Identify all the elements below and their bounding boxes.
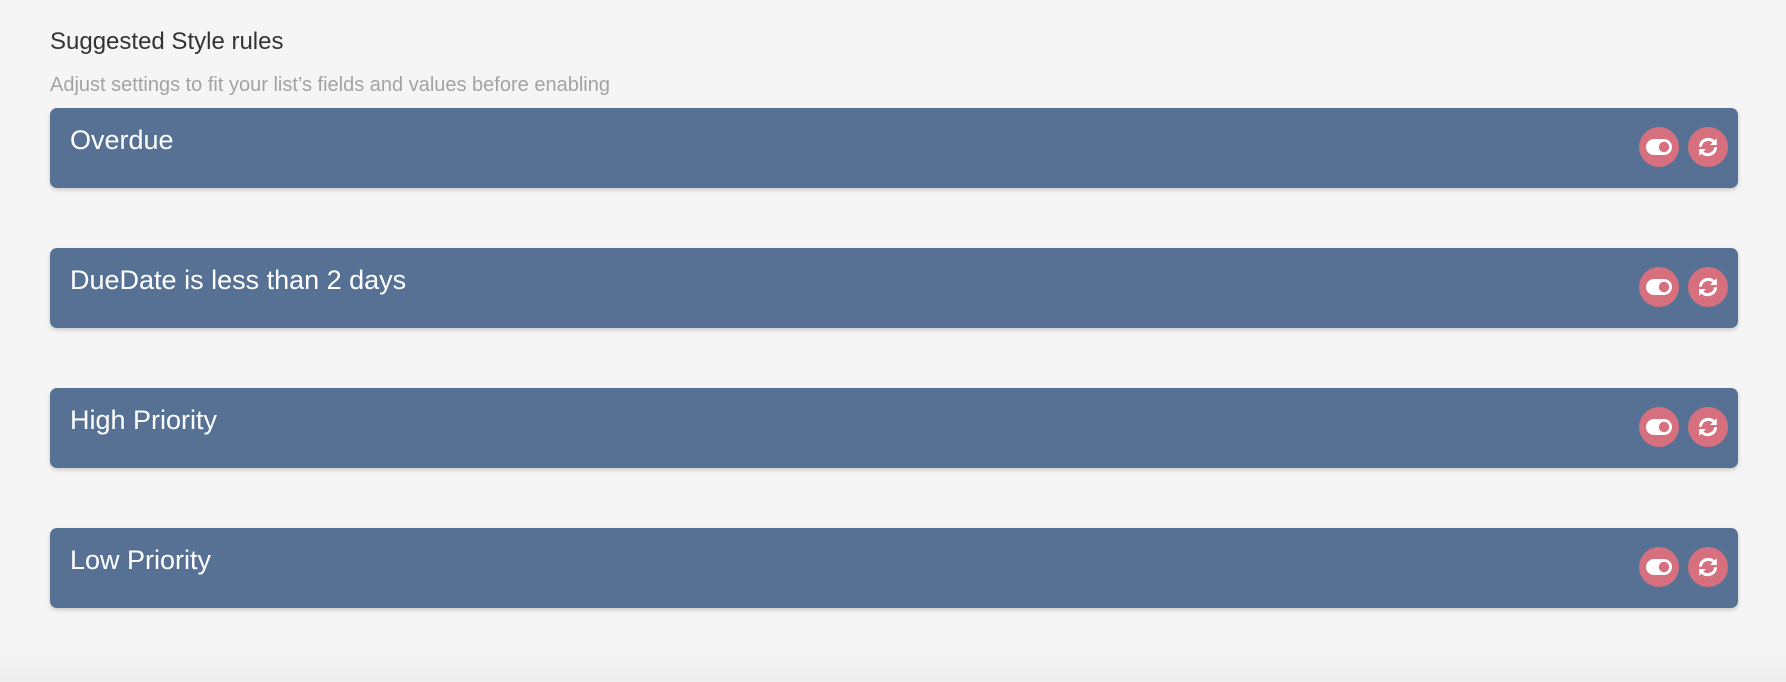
rule-actions [1639,127,1728,167]
refresh-icon [1699,557,1717,577]
rule-name: Low Priority [70,545,212,575]
rule-card-low-priority[interactable]: Low Priority [50,528,1738,608]
toggle-icon [1646,279,1672,295]
section-subtitle: Adjust settings to fit your list’s field… [50,74,610,96]
reset-button[interactable] [1688,547,1728,587]
reset-button[interactable] [1688,407,1728,447]
enable-toggle-button[interactable] [1639,407,1679,447]
rule-card-overdue[interactable]: Overdue [50,108,1738,188]
toggle-icon [1646,559,1672,575]
rule-actions [1639,267,1728,307]
refresh-icon [1699,137,1717,157]
enable-toggle-button[interactable] [1639,267,1679,307]
rule-actions [1639,547,1728,587]
rule-card-high-priority[interactable]: High Priority [50,388,1738,468]
refresh-icon [1699,417,1717,437]
reset-button[interactable] [1688,127,1728,167]
section-title: Suggested Style rules [50,28,284,55]
toggle-icon [1646,139,1672,155]
enable-toggle-button[interactable] [1639,547,1679,587]
rule-card-duedate[interactable]: DueDate is less than 2 days [50,248,1738,328]
bottom-shade [0,648,1786,682]
rule-name: High Priority [70,405,218,435]
reset-button[interactable] [1688,267,1728,307]
rule-name: Overdue [70,125,174,155]
refresh-icon [1699,277,1717,297]
rule-name: DueDate is less than 2 days [70,265,407,295]
toggle-icon [1646,419,1672,435]
enable-toggle-button[interactable] [1639,127,1679,167]
rule-actions [1639,407,1728,447]
